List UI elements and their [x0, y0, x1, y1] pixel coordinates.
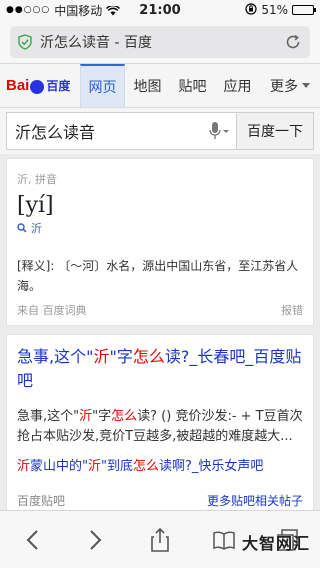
paw-icon: [30, 79, 45, 94]
dict-definition: [释义]: 〔～河〕水名，源出中国山东省，至江苏省人海。: [17, 259, 299, 293]
result-abstract: 急事,这个"沂"字怎么读? () 竞价沙发:- + T豆首次抢占本贴沙发,竞价T…: [17, 407, 303, 447]
reload-icon[interactable]: [284, 33, 302, 51]
more-posts-link[interactable]: 更多贴吧相关帖子: [207, 492, 303, 509]
share-icon: [151, 527, 169, 552]
baidu-logo[interactable]: Bai 百度: [0, 64, 80, 107]
book-icon: [213, 530, 235, 550]
carrier-label: 中国移动: [54, 3, 103, 18]
related-part: 蒙山中的": [30, 459, 88, 474]
dict-heading: 沂, 拼音: [17, 173, 57, 186]
dictionary-card: 沂, 拼音 [yí] 沂 [释义]: 〔～河〕水名，源出中国山东省，至江苏省人海…: [6, 158, 314, 326]
related-highlight: 沂: [17, 459, 31, 474]
tab-apps[interactable]: 应用: [215, 64, 260, 107]
caret-down-icon: [302, 83, 310, 88]
battery-icon: [292, 5, 316, 15]
address-bar[interactable]: 沂怎么读音 - 百度: [10, 26, 310, 58]
status-bar: ●●○○○ 中国移动 21:00 51%: [0, 0, 320, 20]
microphone-icon[interactable]: [202, 113, 236, 149]
result-title-highlight: 怎么: [132, 347, 165, 366]
browser-toolbar: 大智网汇: [0, 510, 320, 568]
chevron-left-icon: [26, 529, 38, 550]
dict-source[interactable]: 来自 百度词典: [17, 302, 87, 318]
result-footer: 百度贴吧 更多贴吧相关帖子: [17, 492, 303, 509]
tab-web[interactable]: 网页: [80, 64, 125, 107]
result-title-part: "字: [109, 347, 133, 366]
result-title-part: 急事,这个": [17, 347, 94, 366]
related-highlight: 怎么: [133, 459, 160, 474]
search-result: 急事,这个"沂"字怎么读?_长春吧_百度贴吧 急事,这个"沂"字怎么读? () …: [6, 334, 314, 510]
baidu-header: Bai 百度 网页 地图 贴吧 应用 更多: [0, 64, 320, 108]
tab-tieba[interactable]: 贴吧: [170, 64, 215, 107]
result-source: 百度贴吧: [17, 494, 66, 508]
logo-text-bai: Bai: [6, 77, 30, 94]
wifi-icon: [106, 5, 121, 16]
nav-tabs: 网页 地图 贴吧 应用 更多: [80, 64, 320, 107]
bookmarks-button[interactable]: [209, 525, 239, 555]
results-list: 沂, 拼音 [yí] 沂 [释义]: 〔～河〕水名，源出中国山东省，至江苏省人海…: [0, 158, 320, 510]
browser-address-bar-container: 沂怎么读音 - 百度: [0, 20, 320, 64]
pronunciation-button[interactable]: 沂: [17, 220, 303, 236]
related-highlight: 沂: [88, 459, 102, 474]
watermark-text: 大智网汇: [241, 534, 310, 553]
result-title[interactable]: 急事,这个"沂"字怎么读?_长春吧_百度贴吧: [17, 345, 303, 393]
search-button[interactable]: 百度一下: [236, 112, 314, 150]
signal-icon: ●●○○○: [6, 5, 51, 15]
abstract-highlight: 沂: [79, 409, 93, 424]
chevron-right-icon: [90, 529, 102, 550]
search-row: 沂怎么读音 百度一下: [0, 108, 320, 154]
dict-pinyin: [yí]: [17, 193, 54, 218]
rotation-lock-icon: [245, 2, 257, 18]
search-icon: [17, 223, 27, 233]
search-input[interactable]: 沂怎么读音: [6, 112, 236, 150]
tab-more[interactable]: 更多: [260, 64, 320, 107]
abstract-highlight: 怎么: [111, 409, 138, 424]
abstract-part: 急事,这个": [17, 409, 80, 424]
logo-text-baidu: 百度: [46, 79, 71, 93]
dict-footer: 来自 百度词典 报错: [17, 302, 303, 318]
share-button[interactable]: [145, 525, 175, 555]
tab-map[interactable]: 地图: [125, 64, 170, 107]
search-query: 沂怎么读音: [15, 123, 96, 142]
tab-more-label: 更多: [270, 78, 298, 95]
page-title: 沂怎么读音 - 百度: [40, 35, 152, 51]
battery-percent: 51%: [261, 3, 288, 17]
related-part: 读啊?_快乐女声吧: [159, 459, 264, 474]
abstract-part: "字: [92, 409, 112, 424]
related-part: "到底: [101, 459, 133, 474]
back-button[interactable]: [17, 525, 47, 555]
result-title-highlight: 沂: [93, 347, 110, 366]
forward-button[interactable]: [81, 525, 111, 555]
pronunciation-label: 沂: [31, 222, 42, 235]
secure-shield-icon: [18, 34, 32, 50]
report-error-link[interactable]: 报错: [281, 302, 303, 318]
related-post-link[interactable]: 沂蒙山中的"沂"到底怎么读啊?_快乐女声吧: [17, 455, 303, 474]
